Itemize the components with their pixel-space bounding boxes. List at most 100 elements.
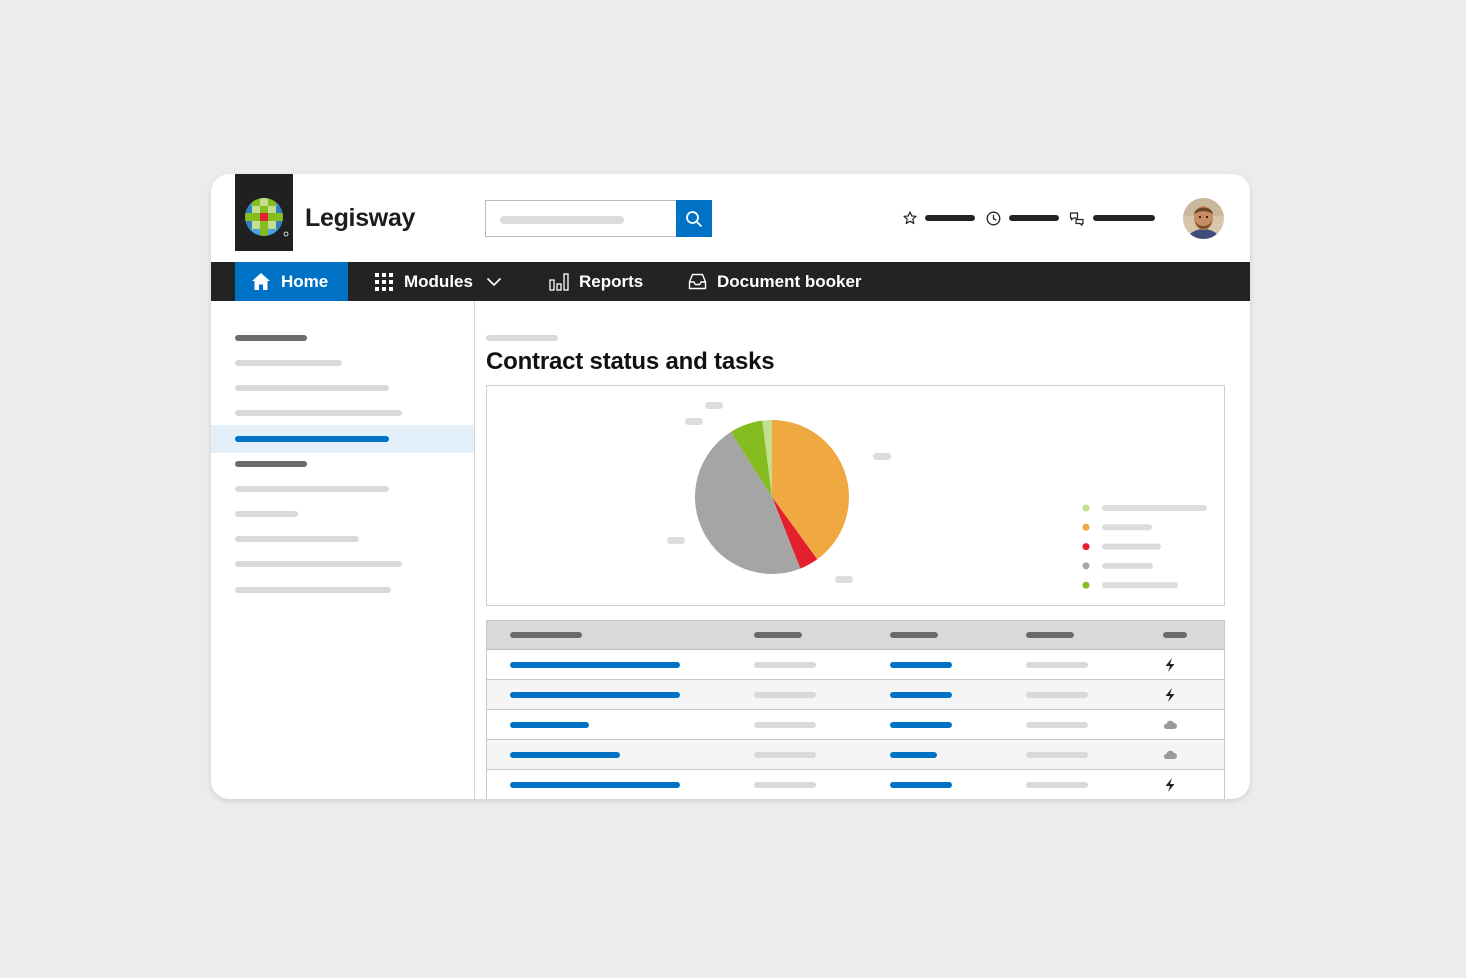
nav-home-label: Home [281,271,329,291]
row-title-link[interactable] [510,661,680,668]
legend-swatch [1082,523,1090,531]
table-row[interactable] [487,770,1224,799]
row-cell [754,721,816,728]
row-title-link[interactable] [510,781,680,788]
sidebar-item[interactable] [235,561,402,567]
sidebar-item-selected[interactable] [235,436,389,442]
logo[interactable] [235,174,293,251]
recent-label [1009,215,1059,221]
tasks-table [486,620,1225,799]
legend-swatch [1082,581,1090,589]
sidebar-item[interactable] [235,360,342,366]
favorites-label [925,215,975,221]
bolt-icon [1165,658,1175,672]
row-link[interactable] [890,661,952,668]
chat-icon [1069,211,1084,226]
row-cell [1026,781,1088,788]
pie-chart [667,402,1207,589]
slice-label [873,453,891,460]
sidebar-item[interactable] [235,587,391,593]
row-link[interactable] [890,751,937,758]
legend-swatch [1082,543,1090,551]
chevron-down-icon [486,277,502,286]
column-header[interactable] [754,632,802,638]
app-name: Legisway [305,204,416,232]
nav-document-booker-label: Document booker [717,271,862,291]
nav-modules-label: Modules [404,271,473,291]
table-row[interactable] [487,740,1224,770]
row-title-link[interactable] [510,721,589,728]
legend-label [1102,582,1178,589]
recent-link[interactable] [986,210,1059,226]
sidebar-item[interactable] [235,410,402,416]
chart-panel [486,385,1225,606]
slice-label [667,537,685,544]
sidebar-section-heading [235,335,307,341]
messages-label [1093,215,1155,221]
column-header[interactable] [890,632,938,638]
slice-label [685,418,703,425]
wolters-kluwer-logo-icon [245,198,289,237]
bar-chart-icon [549,272,569,291]
messages-link[interactable] [1069,210,1155,226]
row-link[interactable] [890,721,952,728]
grid-icon [375,272,393,291]
nav-home[interactable]: Home [235,262,349,301]
nav-reports[interactable]: Reports [549,262,643,301]
row-title-link[interactable] [510,691,680,698]
legend-label [1102,524,1152,531]
page-title: Contract status and tasks [486,348,775,375]
table-row[interactable] [487,650,1224,680]
chart-legend [1082,504,1207,589]
row-cell [754,661,816,668]
home-icon [252,273,270,290]
avatar-image [1183,198,1224,239]
main-nav: Home Modules Reports Document booker [211,262,1250,301]
column-header[interactable] [1163,632,1187,638]
sidebar-item[interactable] [235,486,389,492]
favorites-link[interactable] [903,210,975,226]
row-cell [1026,661,1088,668]
row-link[interactable] [890,781,952,788]
sidebar-item[interactable] [235,511,298,517]
nav-modules[interactable]: Modules [374,262,502,301]
sidebar [211,301,475,799]
row-title-link[interactable] [510,751,620,758]
legend-label [1102,543,1161,550]
search-placeholder [500,216,624,224]
slice-label [705,402,723,409]
legend-swatch [1082,504,1090,512]
nav-document-booker[interactable]: Document booker [688,262,862,301]
row-cell [754,751,816,758]
legend-swatch [1082,562,1090,570]
sidebar-item[interactable] [235,385,389,391]
bolt-icon [1165,688,1175,702]
inbox-icon [688,273,707,290]
row-cell [1026,751,1088,758]
table-row[interactable] [487,680,1224,710]
sidebar-item[interactable] [235,536,359,542]
row-link[interactable] [890,691,952,698]
row-cell [754,781,816,788]
table-row[interactable] [487,710,1224,740]
user-avatar[interactable] [1183,198,1224,239]
clock-icon [986,211,1001,225]
cloud-icon [1163,720,1177,729]
bolt-icon [1165,778,1175,792]
legend-label [1102,562,1153,569]
search-button[interactable] [676,200,712,237]
breadcrumb[interactable] [486,335,558,341]
sidebar-section-heading [235,461,307,467]
column-header[interactable] [1026,632,1074,638]
star-icon [903,211,917,225]
slice-label [835,576,853,583]
legend-label [1102,505,1207,511]
nav-reports-label: Reports [579,271,644,291]
row-cell [1026,721,1088,728]
row-cell [1026,691,1088,698]
row-cell [754,691,816,698]
table-header [487,621,1224,650]
cloud-icon [1163,750,1177,759]
app-window: Legisway Home Modules Reports Document b… [211,174,1250,799]
column-header[interactable] [510,632,582,638]
